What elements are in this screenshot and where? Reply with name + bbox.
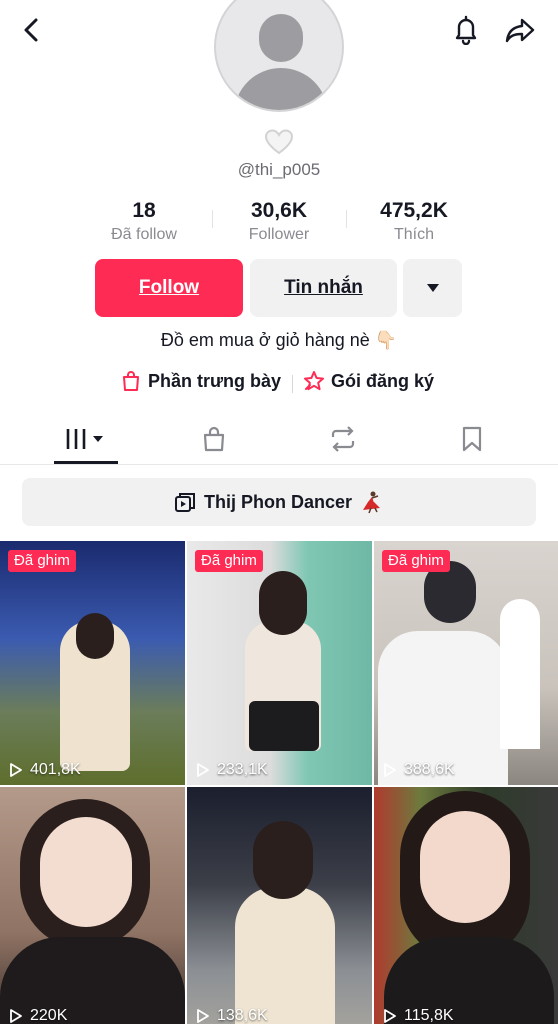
chevron-left-icon [24,18,38,42]
showcase-link[interactable]: Phần trưng bày [120,370,281,392]
avatar-placeholder-body [234,68,328,110]
profile-stats: 18 Đã follow 30,6K Follower 475,2K Thích [0,198,558,248]
view-count-value: 138,6K [217,1007,268,1024]
play-icon [384,1009,396,1023]
notifications-button[interactable] [446,10,486,50]
play-icon [197,1009,209,1023]
play-icon [10,1009,22,1023]
playlist-icon [174,493,195,512]
play-icon [197,763,209,777]
thumbnail-subject [235,887,335,1024]
tab-shop[interactable] [184,423,244,455]
bio-text: Đồ em mua ở giỏ hàng nè 👇🏻 [160,330,398,350]
play-icon [10,763,22,777]
stat-followers[interactable]: 30,6K Follower [209,198,349,246]
back-button[interactable] [12,10,52,50]
thumbnail-background-person [500,599,540,749]
playlist-label: Thij Phon Dancer [203,491,353,512]
pinned-badge: Đã ghim [195,550,263,572]
stat-value: 475,2K [380,199,448,222]
username: @thi_p005 [237,160,321,179]
view-count: 233,1K [195,761,268,779]
pinned-badge: Đã ghim [8,550,76,572]
thumbnail-subject-face [40,817,132,927]
playlist-button[interactable]: Thij Phon Dancer [22,478,536,526]
view-count: 115,8K [382,1007,454,1024]
view-count-value: 233,1K [217,761,268,778]
view-count: 401,8K [8,761,81,779]
thumbnail-subject-head [259,571,307,635]
video-thumbnail[interactable]: Đã ghim 388,6K [374,541,558,785]
avatar-placeholder-head [259,14,303,62]
active-tab-indicator [54,461,118,464]
view-count-value: 220K [30,1007,68,1024]
heart-icon[interactable] [264,128,294,156]
stat-label: Follower [248,226,310,243]
video-thumbnail[interactable]: Đã ghim 401,8K [0,541,185,785]
avatar[interactable] [214,0,344,112]
video-grid: Đã ghim 401,8K Đã ghim 233,1K Đã ghim 38… [0,541,558,1024]
video-thumbnail[interactable]: 220K [0,787,185,1024]
thumbnail-subject-head [76,613,114,659]
view-count-value: 115,8K [404,1007,454,1024]
follow-button[interactable]: Follow [95,259,243,317]
view-count: 220K [8,1007,67,1024]
share-arrow-icon [505,18,535,43]
stat-value: 30,6K [250,199,308,222]
message-button[interactable]: Tin nhắn [250,259,397,317]
thumbnail-subject-face [420,811,510,923]
tab-videos[interactable] [56,423,116,455]
video-thumbnail[interactable]: Đã ghim 233,1K [187,541,372,785]
view-count: 138,6K [195,1007,268,1024]
star-badge-icon [304,371,324,391]
stat-likes[interactable]: 475,2K Thích [344,198,484,246]
shopping-bag-icon [203,426,225,452]
videos-grid-icon [66,429,103,449]
profile-links: Phần trưng bày Gói đăng ký [0,370,558,398]
bookmark-icon [462,426,482,452]
pinned-badge: Đã ghim [382,550,450,572]
more-options-button[interactable] [403,259,462,317]
caret-down-icon [426,284,439,292]
stat-value: 18 [132,199,156,222]
thumbnail-subject-skirt [249,701,319,751]
link-divider [292,375,293,393]
tab-repost[interactable] [313,423,373,455]
stat-following[interactable]: 18 Đã follow [74,198,214,246]
showcase-link-label: Phần trưng bày [148,370,282,391]
dancer-emoji [363,491,381,514]
video-thumbnail[interactable]: 115,8K [374,787,558,1024]
subscription-link[interactable]: Gói đăng ký [303,370,434,392]
repost-icon [331,426,355,452]
subscription-link-label: Gói đăng ký [331,370,435,391]
view-count: 388,6K [382,761,455,779]
profile-tabs [0,415,558,465]
stat-label: Đã follow [111,226,177,243]
view-count-value: 401,8K [30,761,81,778]
share-button[interactable] [498,10,542,50]
shopping-bag-icon [123,371,139,391]
play-icon [384,763,396,777]
video-thumbnail[interactable]: 138,6K [187,787,372,1024]
view-count-value: 388,6K [404,761,455,778]
tab-saved[interactable] [442,423,502,455]
stat-label: Thích [393,226,434,243]
bell-icon [455,15,477,45]
thumbnail-subject-head [253,821,313,899]
